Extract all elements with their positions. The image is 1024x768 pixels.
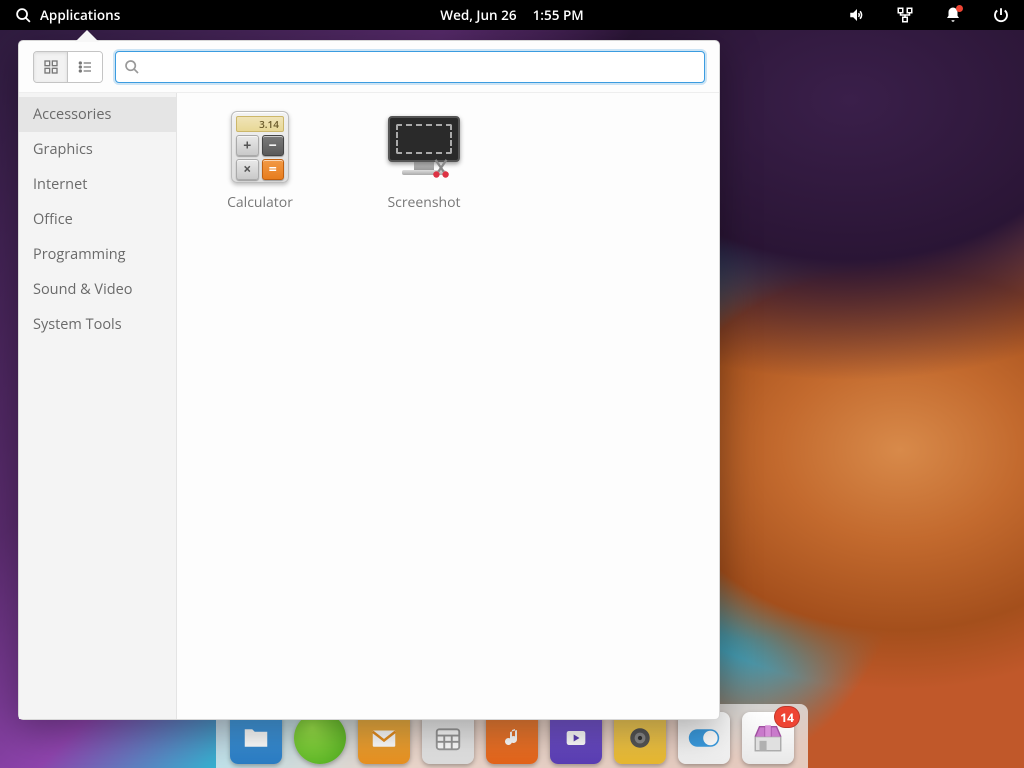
sidebar-item-programming[interactable]: Programming [19,237,176,272]
dock-item-appcenter[interactable]: 14 [742,712,794,764]
date-label: Wed, Jun 26 [440,6,516,24]
sidebar-item-sound-video[interactable]: Sound & Video [19,272,176,307]
menu-header [19,41,719,93]
volume-icon[interactable] [848,6,866,24]
top-bar: Applications Wed, Jun 26 1:55 PM [0,0,1024,30]
sidebar-item-accessories[interactable]: Accessories [19,97,176,132]
menu-caret [75,30,99,42]
app-label: Calculator [227,193,293,212]
list-view-button[interactable] [68,52,102,82]
sidebar-item-system-tools[interactable]: System Tools [19,307,176,342]
update-badge: 14 [774,706,800,728]
applications-label: Applications [40,6,120,24]
calculator-icon: 3.14 + − × = [224,111,296,183]
notifications-icon[interactable] [944,6,962,24]
clock[interactable]: Wed, Jun 26 1:55 PM [440,6,583,24]
network-icon[interactable] [896,6,914,24]
applications-menu: Accessories Graphics Internet Office Pro… [18,40,720,720]
category-sidebar: Accessories Graphics Internet Office Pro… [19,93,177,719]
screenshot-icon [388,111,460,183]
search-icon [14,6,32,24]
calc-display: 3.14 [236,116,284,132]
search-field[interactable] [115,51,705,83]
application-grid: 3.14 + − × = Calculator [177,93,719,719]
view-mode-toggle [33,51,103,83]
search-icon [124,59,140,75]
app-calculator[interactable]: 3.14 + − × = Calculator [205,111,315,212]
sidebar-item-graphics[interactable]: Graphics [19,132,176,167]
app-label: Screenshot [387,193,460,212]
app-screenshot[interactable]: Screenshot [369,111,479,212]
power-icon[interactable] [992,6,1010,24]
sidebar-item-internet[interactable]: Internet [19,167,176,202]
time-label: 1:55 PM [533,6,584,24]
search-input[interactable] [146,59,696,75]
applications-menu-trigger[interactable]: Applications [14,6,120,24]
sidebar-item-office[interactable]: Office [19,202,176,237]
grid-view-button[interactable] [34,52,68,82]
notification-indicator [956,5,963,12]
